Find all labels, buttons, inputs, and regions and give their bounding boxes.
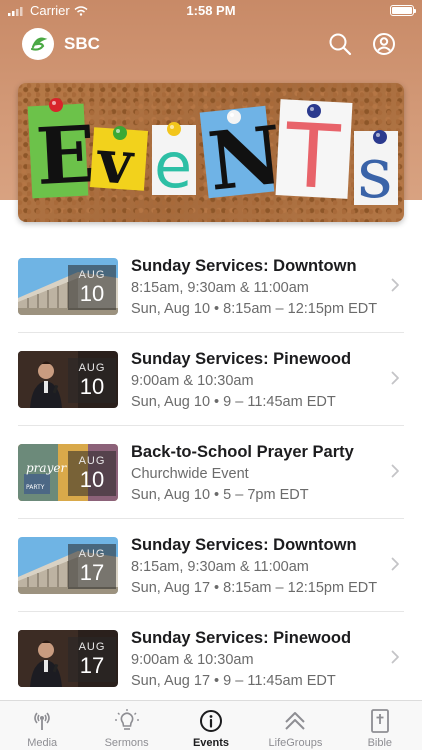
event-date-day: 17 [79,653,105,678]
app-name: SBC [64,34,100,53]
event-thumbnail: prayer PARTY AUG 10 [18,444,118,501]
event-date-badge: AUG 10 [68,451,116,496]
event-date-month: AUG [78,641,106,653]
event-row[interactable]: prayer PARTY AUG 10 Back-to-School Prayer… [0,426,422,519]
event-datetime: Sun, Aug 10 • 5 – 7pm EDT [131,487,309,503]
event-subtitle: 9:00am & 10:30am [131,373,254,389]
event-row[interactable]: AUG 10 Sunday Services: Pinewood 9:00am … [0,333,422,426]
svg-text:PARTY: PARTY [26,484,45,491]
letter-card-e2: e [152,125,196,202]
status-bar: Carrier 1:58 PM [0,0,422,22]
tab-media[interactable]: Media [0,701,84,750]
letter-card-s: s [354,131,398,214]
event-title: Sunday Services: Downtown [131,257,357,275]
event-date-month: AUG [78,548,106,560]
app-bar: SBC [0,26,422,62]
chevron-right-icon [391,464,399,478]
tab-bar: Media Sermons Events LifeGroups Bible [0,700,422,750]
tab-label: Sermons [104,737,149,749]
event-subtitle: 8:15am, 9:30am & 11:00am [131,280,309,296]
tab-bible[interactable]: Bible [338,701,422,750]
search-icon[interactable] [328,32,352,56]
event-row[interactable]: AUG 17 Sunday Services: Downtown 8:15am,… [0,519,422,612]
svg-text:prayer: prayer [26,461,67,475]
letter-card-e1: E [27,103,98,203]
tab-label: Events [192,737,230,749]
battery-icon [390,5,416,16]
event-date-badge: AUG 10 [68,265,116,310]
svg-text:N: N [204,108,287,209]
event-datetime: Sun, Aug 17 • 8:15am – 12:15pm EDT [131,580,378,596]
svg-text:E: E [34,109,98,203]
chevron-right-icon [391,278,399,292]
event-thumbnail: AUG 17 [18,630,118,687]
tab-label: Media [27,737,58,749]
event-title: Sunday Services: Pinewood [131,350,352,368]
chevron-right-icon [391,557,399,571]
svg-text:T: T [282,104,343,210]
event-subtitle: Churchwide Event [131,466,249,482]
event-date-day: 10 [79,467,105,492]
chevron-right-icon [391,650,399,664]
event-datetime: Sun, Aug 10 • 9 – 11:45am EDT [131,394,336,410]
event-title: Back-to-School Prayer Party [131,443,354,461]
tab-sermons[interactable]: Sermons [84,701,168,750]
tab-label: LifeGroups [268,737,323,749]
event-date-month: AUG [78,269,106,281]
event-date-day: 10 [79,281,105,306]
event-subtitle: 8:15am, 9:30am & 11:00am [131,559,309,575]
event-date-badge: AUG 10 [68,358,116,403]
tab-events[interactable]: Events [169,701,253,750]
svg-text:s: s [357,132,393,214]
event-date-day: 17 [79,560,105,585]
event-thumbnail: AUG 10 [18,258,118,315]
tab-label: Bible [367,737,393,749]
event-subtitle: 9:00am & 10:30am [131,652,254,668]
event-date-badge: AUG 17 [68,544,116,589]
sbc-logo-icon[interactable] [22,28,54,60]
event-thumbnail: AUG 17 [18,537,118,594]
event-date-badge: AUG 17 [68,637,116,682]
events-banner-art: E v e N T s [27,98,398,214]
status-time: 1:58 PM [186,3,236,18]
tab-lifegroups[interactable]: LifeGroups [253,701,337,750]
events-hero-banner[interactable]: E v e N T s [18,83,404,222]
event-date-month: AUG [78,455,106,467]
event-datetime: Sun, Aug 10 • 8:15am – 12:15pm EDT [131,301,378,317]
event-thumbnail: AUG 10 [18,351,118,408]
event-title: Sunday Services: Pinewood [131,629,352,647]
chevron-right-icon [391,371,399,385]
svg-text:e: e [154,129,192,202]
event-title: Sunday Services: Downtown [131,536,357,554]
account-icon[interactable] [372,32,396,56]
event-list: AUG 10 Sunday Services: Downtown 8:15am,… [0,240,422,705]
event-datetime: Sun, Aug 17 • 9 – 11:45am EDT [131,673,336,689]
event-date-month: AUG [78,362,106,374]
event-row[interactable]: AUG 17 Sunday Services: Pinewood 9:00am … [0,612,422,705]
event-row[interactable]: AUG 10 Sunday Services: Downtown 8:15am,… [0,240,422,333]
letter-card-n: N [199,105,287,209]
event-date-day: 10 [79,374,105,399]
